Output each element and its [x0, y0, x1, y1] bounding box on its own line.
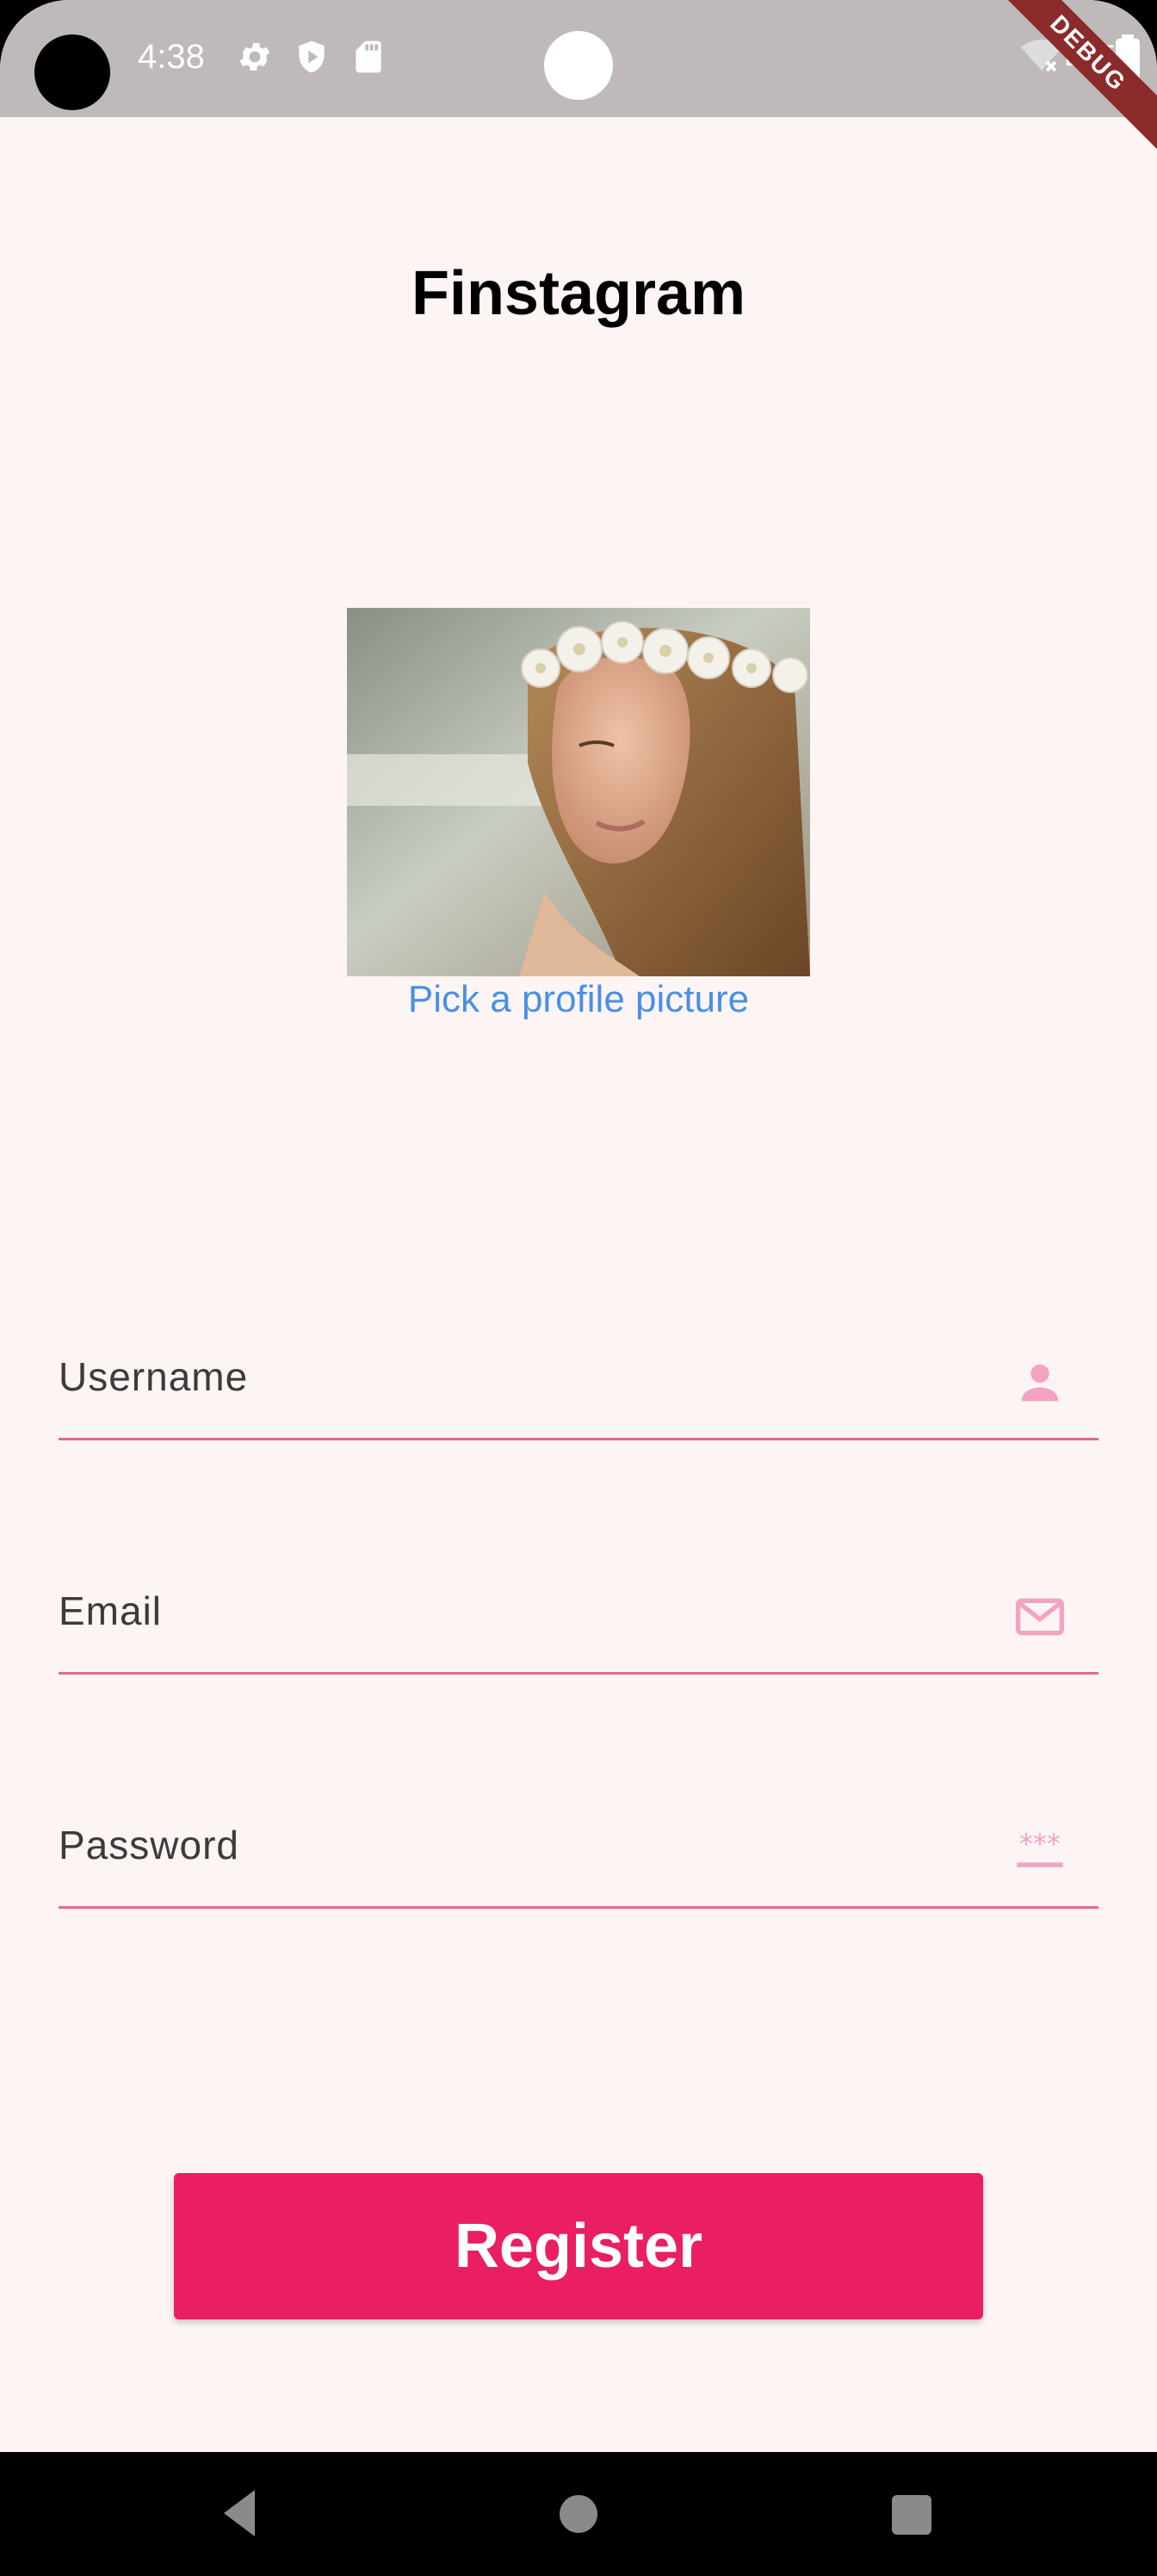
- profile-photo-image: [347, 608, 810, 976]
- password-icon: ***: [1017, 1828, 1063, 1867]
- email-field[interactable]: Email: [59, 1569, 1098, 1675]
- navigation-bar: [0, 2452, 1157, 2576]
- shield-icon: [299, 40, 325, 73]
- pick-profile-picture-link[interactable]: Pick a profile picture: [0, 978, 1157, 1021]
- password-label: Password: [59, 1823, 239, 1867]
- camera-cutout: [34, 34, 110, 110]
- profile-picture[interactable]: [347, 608, 810, 976]
- settings-icon: [239, 43, 270, 71]
- recents-icon[interactable]: [892, 2495, 931, 2535]
- email-label: Email: [59, 1588, 163, 1633]
- sd-card-icon: [356, 40, 381, 73]
- person-icon: [1021, 1364, 1059, 1402]
- password-field[interactable]: Password ***: [59, 1803, 1098, 1909]
- debug-banner: DEBUG: [983, 0, 1157, 158]
- app-screen: 4:38 LTE DEBUG Finstagram: [0, 0, 1157, 2576]
- username-field[interactable]: Username: [59, 1334, 1098, 1440]
- camera-indicator: [544, 31, 613, 100]
- svg-text:***: ***: [1019, 1828, 1061, 1861]
- status-bar: 4:38 LTE DEBUG: [0, 0, 1157, 158]
- home-icon[interactable]: [560, 2495, 597, 2533]
- status-time: 4:38: [138, 38, 205, 76]
- mail-icon: [1016, 1598, 1064, 1636]
- app-title: Finstagram: [411, 259, 746, 328]
- register-button[interactable]: Register: [174, 2173, 983, 2319]
- back-icon[interactable]: [217, 2485, 258, 2542]
- username-label: Username: [59, 1354, 249, 1399]
